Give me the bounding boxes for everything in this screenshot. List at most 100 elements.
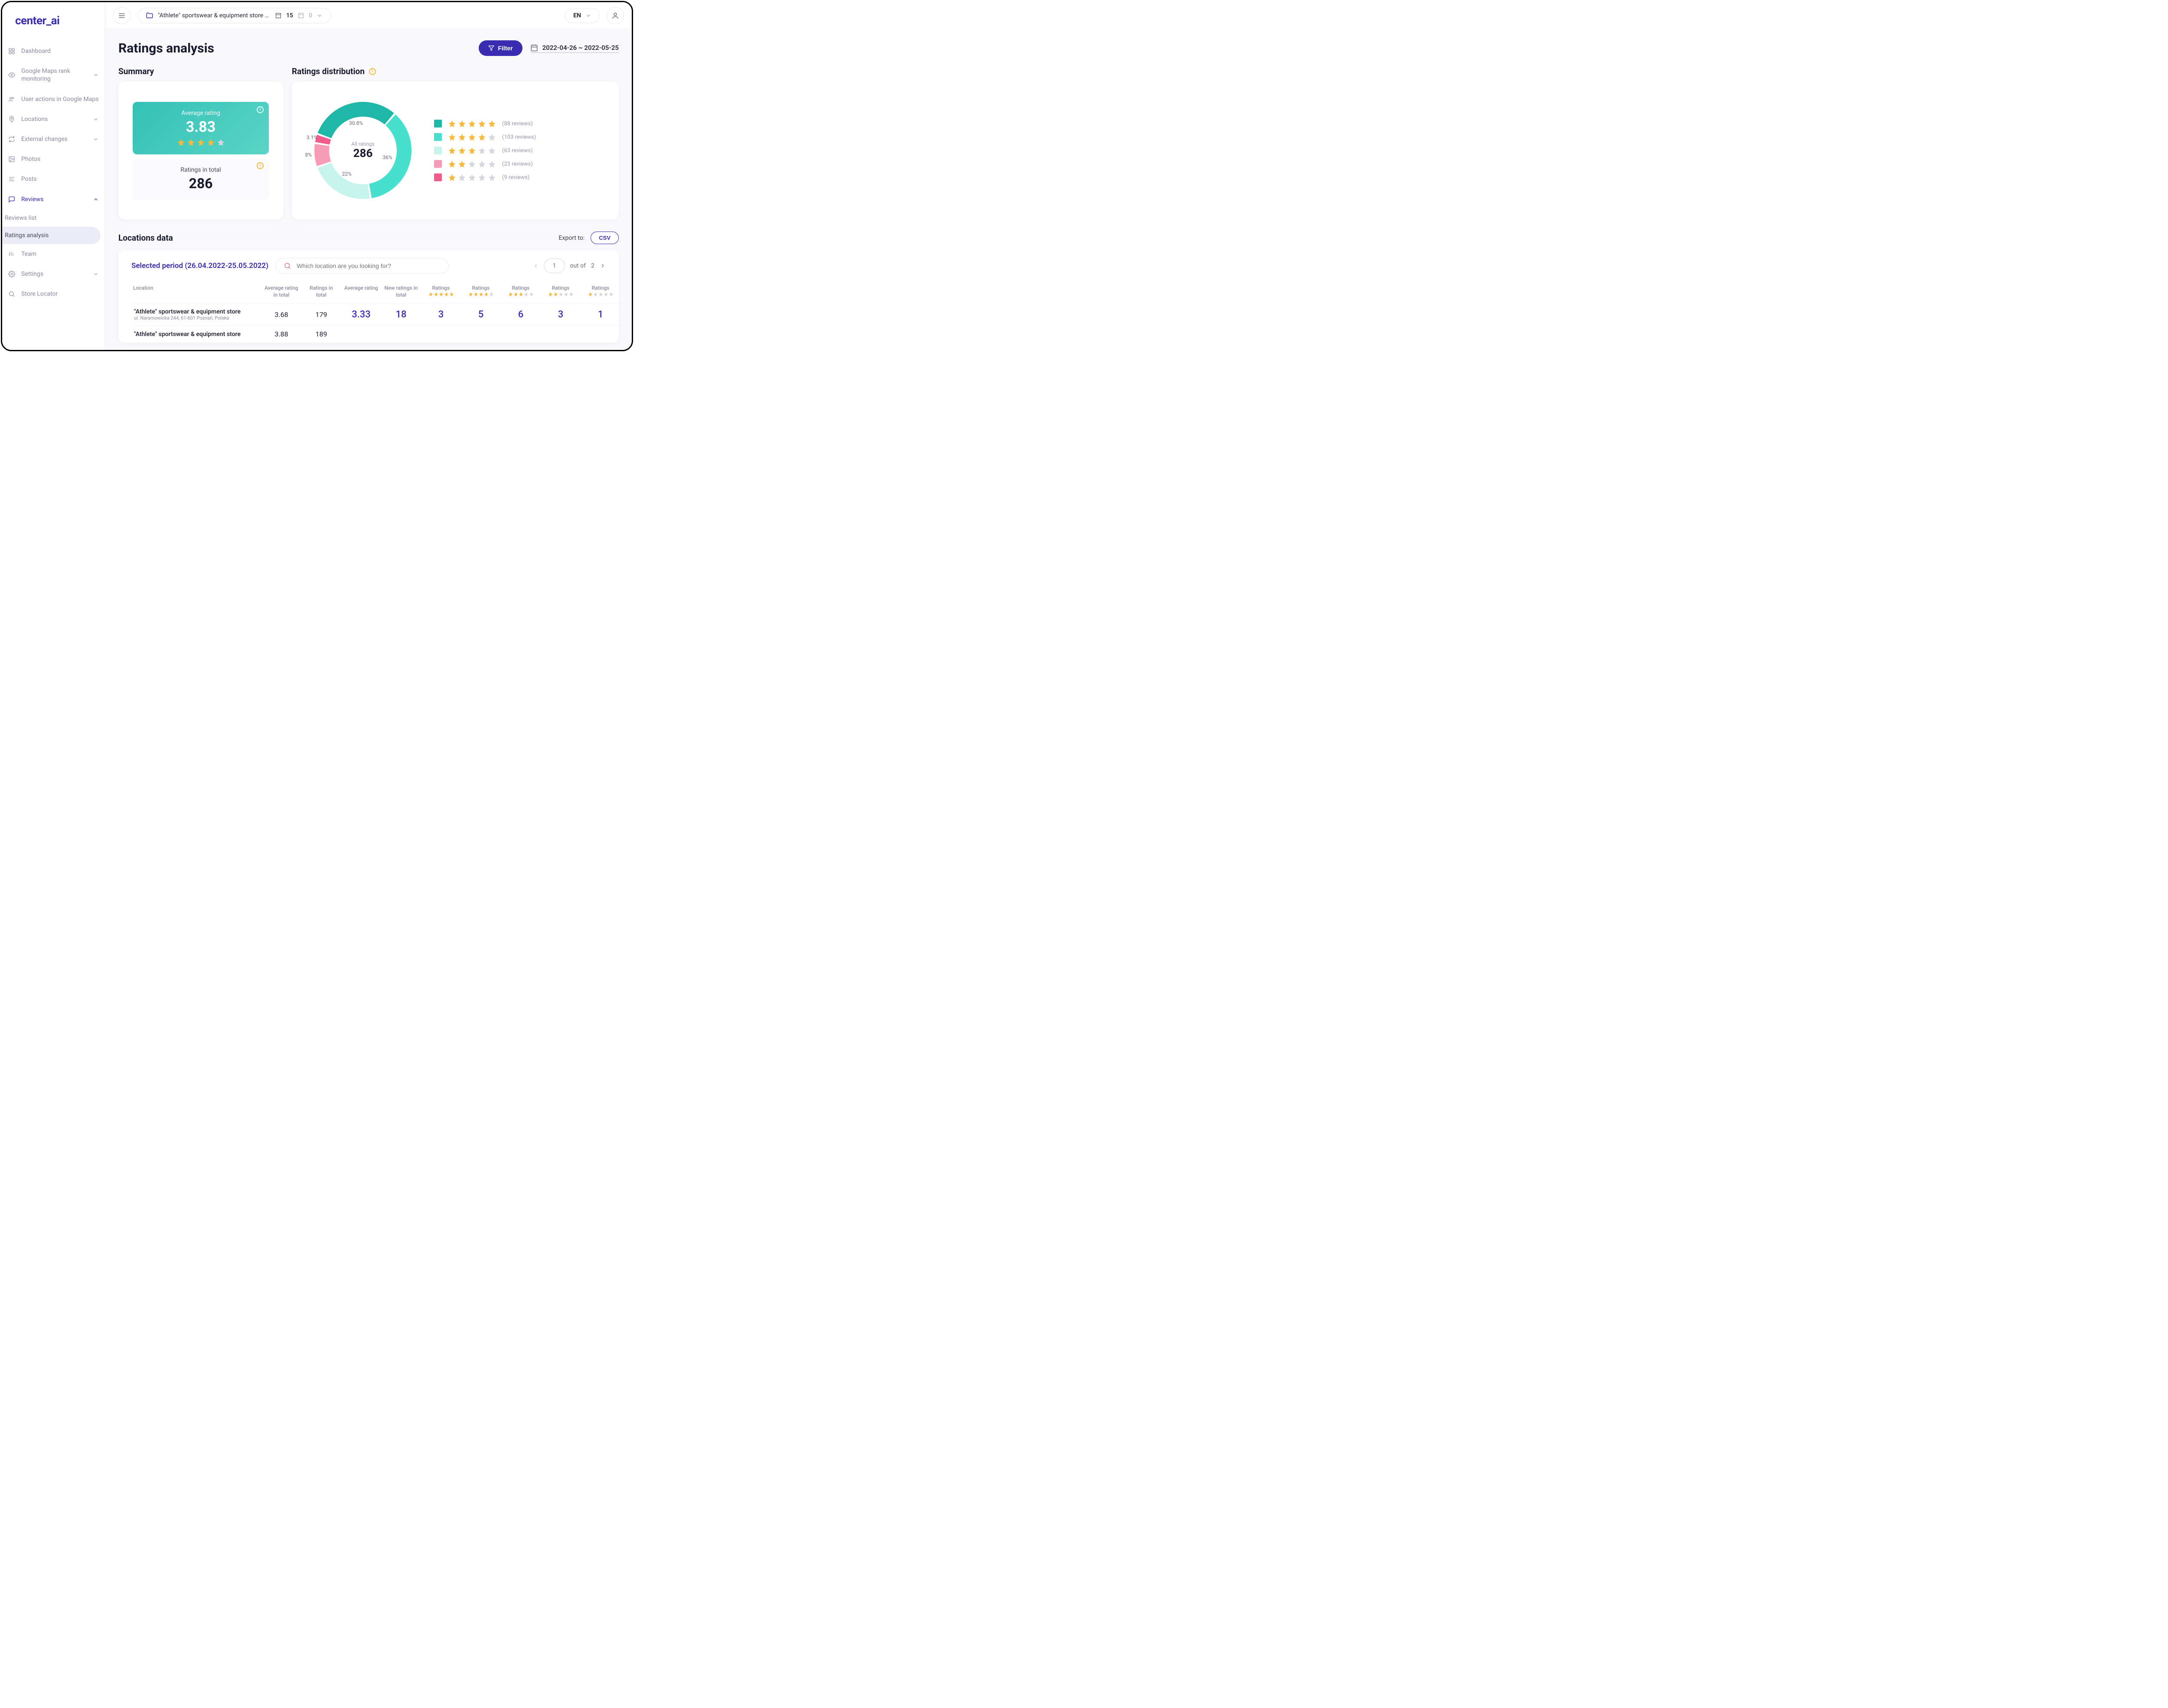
star-icon	[458, 160, 466, 168]
legend-swatch	[434, 133, 442, 141]
legend-swatch	[434, 173, 442, 181]
sidebar-item-dashboard[interactable]: Dashboard	[2, 41, 105, 61]
star-icon	[569, 292, 574, 297]
info-icon[interactable]: i	[257, 106, 264, 113]
col-header-4: New ratings in total	[381, 281, 421, 304]
star-icon	[479, 292, 483, 297]
filter-button[interactable]: Filter	[479, 40, 522, 56]
table-row[interactable]: "Athlete" sportswear & equipment storeul…	[131, 304, 620, 326]
star-icon	[448, 147, 456, 155]
star-icon	[513, 292, 518, 297]
sidebar-item-settings[interactable]: Settings	[2, 264, 105, 284]
star-icon	[548, 292, 553, 297]
cell-8	[541, 326, 581, 343]
sidebar-item-user-actions[interactable]: User actions in Google Maps	[2, 89, 105, 109]
donut-label-1: 3.1%	[307, 134, 317, 140]
donut-segment-3[interactable]	[318, 163, 370, 199]
donut-segment-2[interactable]	[314, 144, 331, 166]
star-icon	[553, 292, 558, 297]
chevron-left-icon[interactable]	[533, 263, 539, 269]
star-icon	[448, 160, 456, 168]
star-icon	[604, 292, 608, 297]
star-icon	[468, 133, 476, 141]
locations-table-card: Selected period (26.04.2022-25.05.2022) …	[118, 250, 619, 343]
col-header-9: Ratings	[581, 281, 620, 304]
sidebar-item-locations[interactable]: Locations	[2, 109, 105, 129]
star-icon	[468, 120, 476, 128]
chevron-right-icon[interactable]	[600, 263, 606, 269]
store-selector[interactable]: "Athlete" sportswear & equipment store (…	[137, 8, 331, 23]
content: Ratings analysis Filter 2022-04-26 ~ 202…	[105, 29, 632, 350]
star-icon	[468, 292, 473, 297]
swap-icon	[8, 136, 15, 143]
legend-swatch	[434, 147, 442, 154]
cell-4: 18	[381, 304, 421, 326]
date-range-picker[interactable]: 2022-04-26 ~ 2022-05-25	[530, 44, 619, 53]
locations-heading: Locations data	[118, 233, 173, 243]
sidebar-item-external-changes[interactable]: External changes	[2, 129, 105, 149]
star-icon	[197, 138, 205, 147]
star-icon	[468, 160, 476, 168]
sidebar-item-store-locator[interactable]: Store Locator	[2, 284, 105, 304]
export-csv-button[interactable]: CSV	[591, 232, 619, 244]
language-selector[interactable]: EN	[565, 8, 600, 23]
ratings-total-value: 286	[146, 175, 256, 192]
donut-label-5: 30.8%	[349, 120, 363, 126]
chevron-down-icon	[93, 136, 99, 142]
star-icon	[473, 292, 478, 297]
info-icon[interactable]: i	[257, 162, 264, 169]
cell-5: 3	[421, 304, 461, 326]
cell-location: "Athlete" sportswear & equipment storeul…	[131, 304, 261, 326]
average-rating-stars	[146, 138, 256, 147]
col-header-5: Ratings	[421, 281, 461, 304]
location-search[interactable]	[275, 258, 449, 274]
col-header-1: Average rating in total	[261, 281, 301, 304]
table-row[interactable]: "Athlete" sportswear & equipment store3.…	[131, 326, 620, 343]
star-icon	[458, 120, 466, 128]
summary-card: i Average rating 3.83 i Ratings in total…	[118, 82, 283, 219]
selected-period: Selected period (26.04.2022-25.05.2022)	[131, 261, 268, 270]
hamburger-icon	[118, 12, 126, 20]
star-icon	[488, 120, 496, 128]
star-icon	[449, 292, 454, 297]
star-icon	[478, 133, 486, 141]
star-icon	[488, 147, 496, 155]
legend-row-1-stars: (9 reviews)	[434, 173, 536, 182]
star-icon	[484, 292, 489, 297]
calendar-icon	[530, 44, 538, 52]
sidebar-subitem-reviews-list[interactable]: Reviews list	[2, 209, 105, 227]
menu-toggle-button[interactable]	[113, 7, 131, 24]
legend-swatch	[434, 160, 442, 168]
page-head: Ratings analysis Filter 2022-04-26 ~ 202…	[118, 40, 619, 56]
col-header-8: Ratings	[541, 281, 581, 304]
store-count-1: 15	[286, 12, 293, 19]
distribution-legend: (88 reviews) (103 reviews) (63 reviews) …	[434, 120, 536, 182]
sidebar-item-team[interactable]: Team	[2, 244, 105, 264]
sidebar-item-posts[interactable]: Posts	[2, 169, 105, 189]
star-icon	[458, 173, 466, 182]
star-icon	[207, 138, 215, 147]
star-icon	[478, 173, 486, 182]
sidebar-item-reviews[interactable]: Reviews	[2, 189, 105, 209]
distribution-card: All ratings 286 30.8%36%22%8%3.1% (88 re…	[292, 82, 619, 219]
cell-6	[461, 326, 501, 343]
locations-table: LocationAverage rating in totalRatings i…	[131, 281, 620, 343]
folder-icon	[146, 12, 153, 20]
star-icon	[428, 292, 433, 297]
main: "Athlete" sportswear & equipment store (…	[105, 2, 632, 350]
info-icon[interactable]: i	[369, 68, 376, 75]
cell-9: 1	[581, 304, 620, 326]
pin-icon	[8, 116, 15, 123]
legend-row-4-stars: (103 reviews)	[434, 133, 536, 141]
location-search-input[interactable]	[297, 262, 441, 269]
profile-button[interactable]	[607, 7, 624, 24]
star-icon	[478, 160, 486, 168]
legend-row-5-stars: (88 reviews)	[434, 120, 536, 128]
star-icon	[448, 120, 456, 128]
donut-label-4: 36%	[383, 154, 392, 160]
sidebar-item-photos[interactable]: Photos	[2, 149, 105, 169]
star-icon	[434, 292, 438, 297]
sidebar-subitem-ratings-analysis[interactable]: Ratings analysis	[2, 227, 101, 244]
star-icon	[593, 292, 598, 297]
sidebar-item-rank-monitoring[interactable]: Google Maps rank monitoring	[2, 61, 105, 89]
